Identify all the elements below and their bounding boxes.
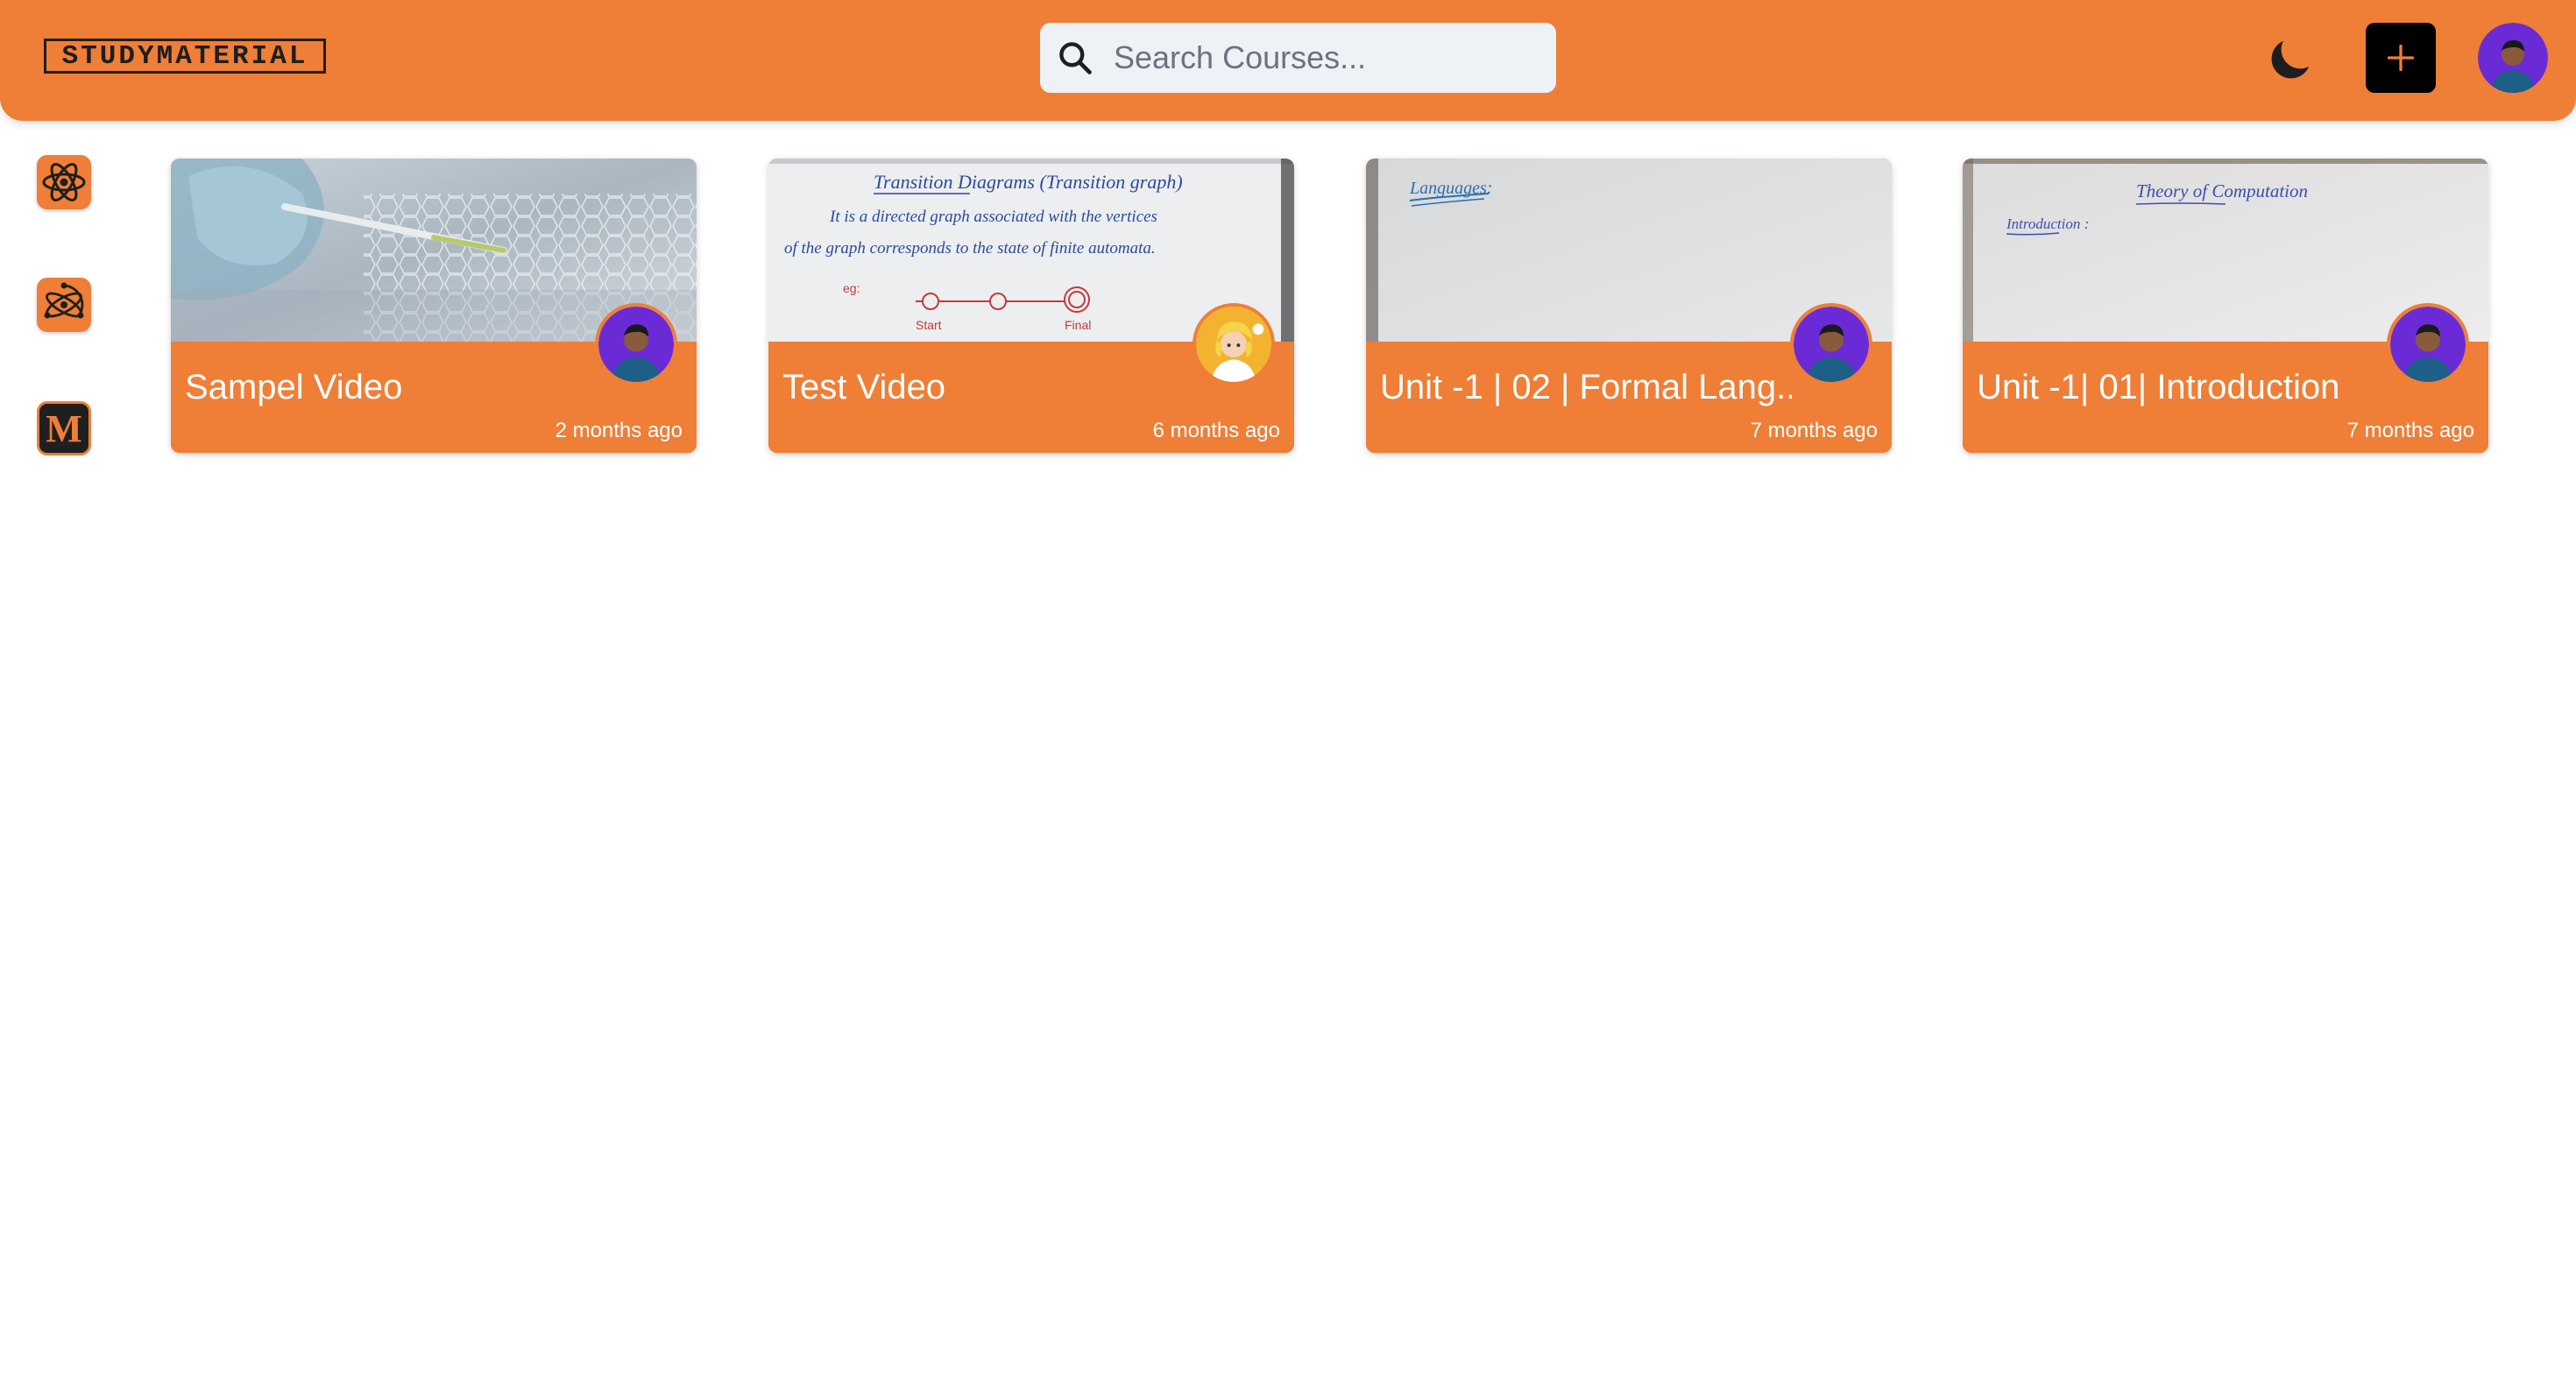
search-input[interactable] [1114,39,1534,76]
upload-time: 7 months ago [2346,419,2474,442]
thumb-heading: Languages: [1409,179,1492,198]
thumb-start: Start [916,318,942,332]
electron-atom-icon [44,282,84,319]
search-icon [1059,42,1092,74]
thumb-line2: of the graph corresponds to the state of… [784,239,1156,258]
uploader-avatar[interactable] [1192,303,1275,385]
video-title[interactable]: Test Video [782,368,1194,407]
medium-m-icon: M [46,406,82,450]
top-navbar: STUDYMATERIAL [0,0,2576,121]
video-card[interactable]: Languages: Unit -1 | 02 | Formal Lang...… [1366,159,1892,453]
video-title[interactable]: Sampel Video [185,368,597,407]
profile-avatar[interactable] [2478,23,2548,93]
video-card[interactable]: Theory of Computation Introduction : Uni… [1963,159,2488,453]
uploader-avatar[interactable] [1790,303,1872,385]
video-title[interactable]: Unit -1 | 02 | Formal Lang... [1380,368,1792,407]
video-title[interactable]: Unit -1| 01| Introduction [1977,368,2388,407]
video-card[interactable]: Transition Diagrams (Transition graph) I… [768,159,1294,453]
react-atom-icon [42,163,86,201]
upload-time: 7 months ago [1750,419,1878,442]
site-logo[interactable]: STUDYMATERIAL [44,39,326,74]
upload-time: 6 months ago [1152,419,1280,442]
thumb-subheading: Introduction : [2006,215,2089,232]
thumb-eg: eg: [843,281,860,295]
add-button[interactable] [2366,23,2436,93]
uploader-avatar[interactable] [595,303,677,385]
user-avatar-image [2478,23,2548,93]
upload-time: 2 months ago [555,419,683,442]
sidebar-item-react[interactable] [37,155,91,209]
thumb-final: Final [1065,318,1091,332]
thumb-heading: Theory of Computation [2136,180,2308,201]
uploader-avatar[interactable] [2387,303,2469,385]
sidebar-item-medium[interactable]: M [37,401,91,455]
thumb-line1: It is a directed graph associated with t… [829,208,1157,226]
video-card[interactable]: Sampel Video 2 months ago [171,159,697,453]
plus-icon [2387,44,2415,72]
sidebar-item-electron[interactable] [37,278,91,332]
search-box[interactable] [1040,23,1556,93]
moon-icon[interactable] [2264,33,2317,86]
thumb-heading: Transition Diagrams (Transition graph) [874,171,1183,193]
